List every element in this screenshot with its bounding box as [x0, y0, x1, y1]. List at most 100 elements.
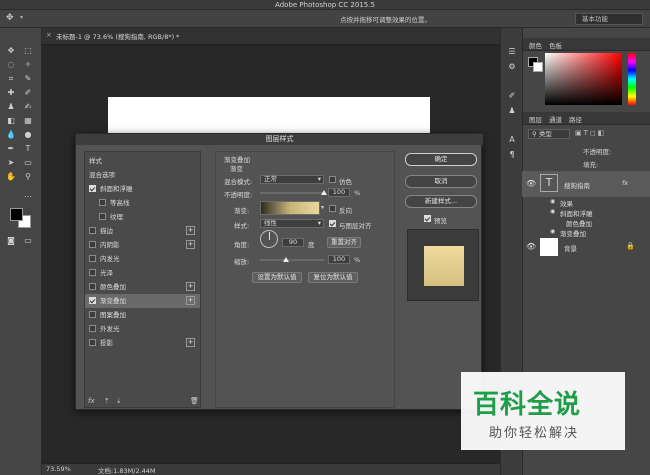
- screen-mode-icon[interactable]: ▭: [22, 235, 34, 246]
- add-effect-icon[interactable]: +: [186, 296, 195, 305]
- eye-icon[interactable]: ◉: [550, 198, 555, 205]
- quick-mask-icon[interactable]: ◙: [5, 235, 17, 246]
- ok-button[interactable]: 确定: [405, 153, 477, 166]
- tab-color[interactable]: 颜色: [529, 40, 542, 50]
- layer-row-background[interactable]: 👁 背景 🔒: [522, 237, 650, 257]
- style-item[interactable]: 光泽: [85, 266, 200, 280]
- eye-icon[interactable]: ◉: [550, 208, 555, 215]
- style-checkbox[interactable]: [99, 199, 106, 206]
- style-checkbox[interactable]: [89, 185, 96, 192]
- path-select-icon[interactable]: ➤: [5, 157, 17, 168]
- dither-checkbox[interactable]: [329, 176, 336, 183]
- move-tool-icon[interactable]: ✥: [6, 13, 14, 23]
- tab-swatches[interactable]: 色板: [549, 40, 562, 50]
- color-spectrum[interactable]: [545, 53, 622, 105]
- zoom-icon[interactable]: ⚲: [22, 171, 34, 182]
- reset-alignment-button[interactable]: 重置对齐: [327, 237, 361, 248]
- preview-checkbox[interactable]: [424, 215, 431, 222]
- gradient-picker[interactable]: [260, 201, 320, 215]
- opacity-slider-thumb[interactable]: [321, 190, 327, 195]
- document-tab[interactable]: 未标题-1 @ 73.6% (搜狗指南, RGB/8*) *: [56, 31, 179, 41]
- move-down-icon[interactable]: ⇣: [116, 397, 122, 405]
- style-checkbox[interactable]: [89, 297, 96, 304]
- chevron-down-icon[interactable]: ▾: [20, 14, 23, 21]
- cancel-button[interactable]: 取消: [405, 175, 477, 188]
- tab-paths[interactable]: 路径: [569, 114, 582, 124]
- gradient-icon[interactable]: ▦: [22, 115, 34, 126]
- lasso-icon[interactable]: ◌: [5, 59, 17, 70]
- style-checkbox[interactable]: [89, 311, 96, 318]
- move-up-icon[interactable]: ⇡: [104, 397, 110, 405]
- new-style-button[interactable]: 新建样式...: [405, 195, 477, 208]
- healing-icon[interactable]: ✚: [5, 87, 17, 98]
- style-item[interactable]: 渐变叠加 +: [85, 294, 200, 308]
- opacity-input[interactable]: 100: [328, 188, 350, 197]
- opacity-slider[interactable]: [260, 192, 324, 194]
- reverse-checkbox[interactable]: [329, 205, 336, 212]
- zoom-level[interactable]: 73.59%: [46, 465, 71, 473]
- eyedropper-icon[interactable]: ✎: [22, 73, 34, 84]
- style-checkbox[interactable]: [89, 325, 96, 332]
- more-tools-icon[interactable]: …: [22, 189, 34, 200]
- magic-wand-icon[interactable]: ✧: [22, 59, 34, 70]
- blur-icon[interactable]: 💧: [5, 129, 17, 140]
- style-item[interactable]: 颜色叠加 +: [85, 280, 200, 294]
- style-item[interactable]: 斜面和浮雕: [85, 182, 200, 196]
- layer-filter-kind[interactable]: ⚲ 类型: [528, 129, 570, 139]
- color-panel-bg[interactable]: [533, 62, 543, 72]
- scale-input[interactable]: 100: [328, 255, 350, 264]
- clone-source-icon[interactable]: ♟: [506, 105, 518, 116]
- style-select[interactable]: 线性 ▾: [260, 219, 324, 228]
- styles-header[interactable]: 样式: [85, 154, 200, 168]
- style-checkbox[interactable]: [89, 269, 96, 276]
- style-item[interactable]: 描边 +: [85, 224, 200, 238]
- layer-filter-icons[interactable]: ▣T◻◧: [575, 129, 606, 137]
- history-brush-icon[interactable]: ✍: [22, 101, 34, 112]
- stamp-icon[interactable]: ♟: [5, 101, 17, 112]
- pen-icon[interactable]: ✒: [5, 143, 17, 154]
- style-item[interactable]: 图案叠加: [85, 308, 200, 322]
- dodge-icon[interactable]: ●: [22, 129, 34, 140]
- set-default-button[interactable]: 设置为默认值: [252, 272, 302, 283]
- layer-name[interactable]: 背景: [564, 243, 577, 253]
- style-item[interactable]: 内阴影 +: [85, 238, 200, 252]
- close-icon[interactable]: ×: [46, 31, 52, 39]
- style-item[interactable]: 内发光: [85, 252, 200, 266]
- style-item[interactable]: 投影 +: [85, 336, 200, 350]
- hue-slider[interactable]: [628, 53, 636, 105]
- move-icon[interactable]: ✥: [5, 45, 17, 56]
- style-item[interactable]: 纹理: [85, 210, 200, 224]
- style-item[interactable]: 等高线: [85, 196, 200, 210]
- eye-icon[interactable]: ◉: [550, 228, 555, 235]
- eye-icon[interactable]: 👁: [526, 179, 536, 188]
- add-effect-icon[interactable]: +: [186, 282, 195, 291]
- angle-input[interactable]: 90: [282, 238, 304, 247]
- marquee-icon[interactable]: ⬚: [22, 45, 34, 56]
- blend-mode-select[interactable]: 正常 ▾: [260, 175, 324, 184]
- style-checkbox[interactable]: [89, 241, 96, 248]
- blend-options-item[interactable]: 混合选项: [85, 168, 200, 182]
- crop-icon[interactable]: ⌗: [5, 73, 17, 84]
- style-checkbox[interactable]: [99, 213, 106, 220]
- character-panel-icon[interactable]: A: [506, 134, 518, 145]
- layer-name[interactable]: 搜狗指南: [564, 180, 590, 190]
- align-with-layer-checkbox[interactable]: [329, 220, 336, 227]
- tab-layers[interactable]: 图层: [529, 114, 542, 124]
- eye-icon[interactable]: 👁: [526, 242, 536, 251]
- trash-icon[interactable]: 🗑: [190, 397, 199, 405]
- reset-default-button[interactable]: 复位为默认值: [308, 272, 358, 283]
- effect-row-bevel[interactable]: ◉ 斜面和浮雕: [522, 208, 650, 218]
- layer-row-text[interactable]: 👁 T 搜狗指南 fx: [522, 171, 650, 197]
- add-effect-icon[interactable]: +: [186, 226, 195, 235]
- layer-effects-row[interactable]: ◉ 效果: [522, 198, 650, 208]
- shape-icon[interactable]: ▭: [22, 157, 34, 168]
- style-checkbox[interactable]: [89, 255, 96, 262]
- eraser-icon[interactable]: ◧: [5, 115, 17, 126]
- type-icon[interactable]: T: [22, 143, 34, 154]
- foreground-color-front[interactable]: [10, 208, 23, 221]
- layer-fx-badge[interactable]: fx: [622, 179, 628, 187]
- tab-channels[interactable]: 通道: [549, 114, 562, 124]
- effect-row-color[interactable]: 颜色叠加: [522, 218, 650, 228]
- properties-panel-icon[interactable]: ⚙: [506, 61, 518, 72]
- workspace-select[interactable]: 基本功能: [575, 13, 643, 25]
